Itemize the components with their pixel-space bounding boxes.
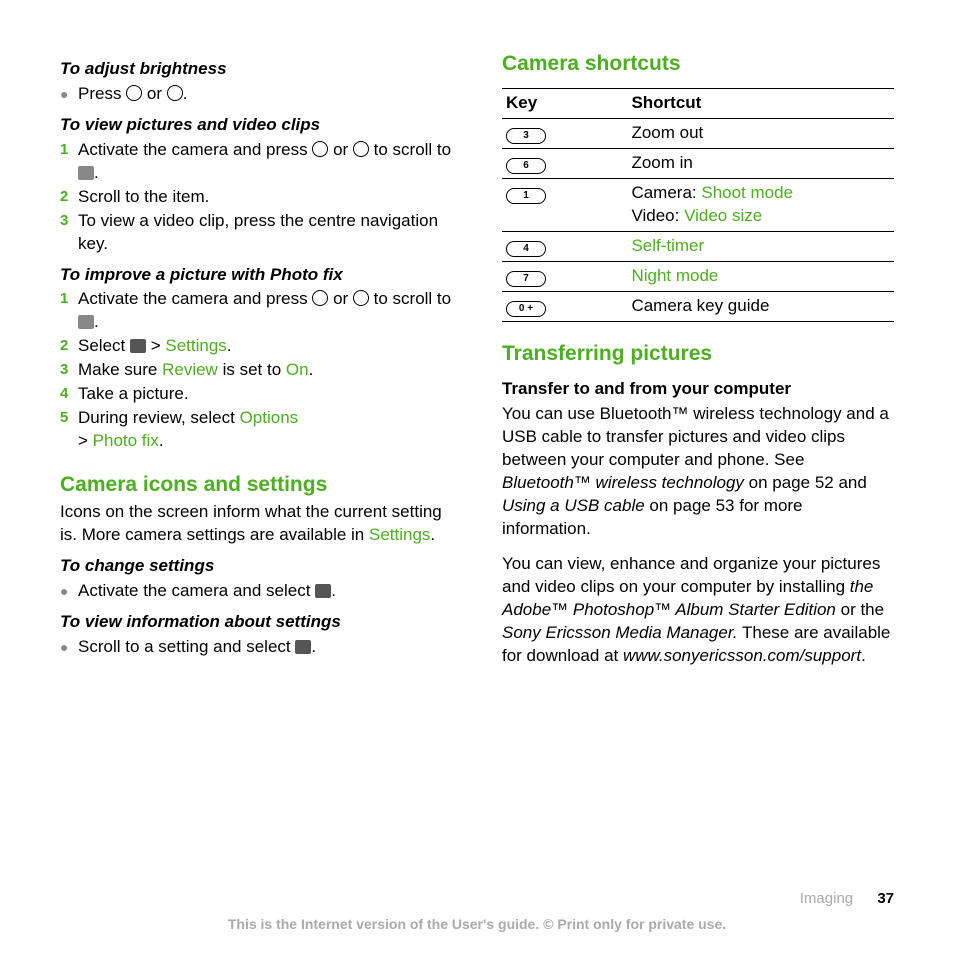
step-text: Press or . (78, 83, 452, 106)
table-row: 4 Self-timer (502, 232, 894, 262)
table-row: 7 Night mode (502, 261, 894, 291)
subheading-change: To change settings (60, 555, 452, 578)
table-row: 3 Zoom out (502, 119, 894, 149)
numbered-step: 5 During review, select Options> Photo f… (60, 407, 452, 453)
subheading-info: To view information about settings (60, 611, 452, 634)
shortcut-cell: Zoom in (627, 149, 894, 179)
table-row: 6 Zoom in (502, 149, 894, 179)
left-column: To adjust brightness ● Press or . To vie… (60, 50, 452, 679)
section-icons-settings: Camera icons and settings (60, 471, 452, 499)
table-row: 0 + Camera key guide (502, 291, 894, 321)
shortcut-cell: Camera: Shoot modeVideo: Video size (627, 179, 894, 232)
step-number: 3 (60, 210, 78, 256)
support-url: www.sonyericsson.com/support (623, 646, 861, 665)
numbered-step: 3 To view a video clip, press the centre… (60, 210, 452, 256)
shortcut-cell: Night mode (627, 261, 894, 291)
subheading-view: To view pictures and video clips (60, 114, 452, 137)
key-pill: 7 (506, 271, 546, 287)
shortcut-cell: Camera key guide (627, 291, 894, 321)
shoot-mode-link[interactable]: Shoot mode (701, 183, 793, 202)
step-text: Take a picture. (78, 383, 452, 406)
numbered-step: 2 Scroll to the item. (60, 186, 452, 209)
options-icon (130, 339, 146, 353)
nav-key-icon (312, 141, 328, 157)
step-text: Select > Settings. (78, 335, 452, 358)
content-columns: To adjust brightness ● Press or . To vie… (60, 50, 894, 679)
usb-ref: Using a USB cable (502, 496, 645, 515)
on-link[interactable]: On (286, 360, 309, 379)
photofix-link[interactable]: Photo fix (93, 431, 159, 450)
step-number: 5 (60, 407, 78, 453)
nav-key-icon (353, 290, 369, 306)
bullet-icon: ● (60, 83, 78, 106)
subheading-brightness: To adjust brightness (60, 58, 452, 81)
step-number: 2 (60, 186, 78, 209)
numbered-step: 3 Make sure Review is set to On. (60, 359, 452, 382)
transfer-paragraph-1: You can use Bluetooth™ wireless technolo… (502, 403, 894, 541)
step-text: To view a video clip, press the centre n… (78, 210, 452, 256)
camera-mode-icon (78, 315, 94, 329)
numbered-step: 2 Select > Settings. (60, 335, 452, 358)
night-mode-link[interactable]: Night mode (631, 266, 718, 285)
gallery-icon (78, 166, 94, 180)
step-text: During review, select Options> Photo fix… (78, 407, 452, 453)
step-number: 1 (60, 288, 78, 334)
bullet-row: ● Scroll to a setting and select . (60, 636, 452, 659)
section-intro: Icons on the screen inform what the curr… (60, 501, 452, 547)
page-number: 37 (877, 890, 894, 907)
review-link[interactable]: Review (162, 360, 218, 379)
page-number-area: Imaging 37 (800, 889, 894, 909)
step-text: Scroll to the item. (78, 186, 452, 209)
options-icon (315, 584, 331, 598)
step-text: Activate the camera and press or to scro… (78, 288, 452, 334)
numbered-step: 4 Take a picture. (60, 383, 452, 406)
key-pill: 3 (506, 128, 546, 144)
shortcut-cell: Self-timer (627, 232, 894, 262)
key-pill: 6 (506, 158, 546, 174)
footer-notice: This is the Internet version of the User… (60, 915, 894, 934)
th-shortcut: Shortcut (627, 89, 894, 119)
section-shortcuts: Camera shortcuts (502, 50, 894, 78)
step-text: Activate the camera and select . (78, 580, 452, 603)
bullet-row: ● Activate the camera and select . (60, 580, 452, 603)
self-timer-link[interactable]: Self-timer (631, 236, 704, 255)
step-text: Scroll to a setting and select . (78, 636, 452, 659)
bullet-row: ● Press or . (60, 83, 452, 106)
step-text: Activate the camera and press or to scro… (78, 139, 452, 185)
key-pill: 0 + (506, 301, 546, 317)
numbered-step: 1 Activate the camera and press or to sc… (60, 139, 452, 185)
key-pill: 4 (506, 241, 546, 257)
nav-key-icon (353, 141, 369, 157)
section-name: Imaging (800, 890, 853, 907)
shortcuts-table: Key Shortcut 3 Zoom out 6 Zoom in 1 Came… (502, 88, 894, 322)
settings-link[interactable]: Settings (369, 525, 430, 544)
bullet-icon: ● (60, 580, 78, 603)
transfer-subheading: Transfer to and from your computer (502, 378, 894, 401)
options-link[interactable]: Options (240, 408, 299, 427)
shortcut-cell: Zoom out (627, 119, 894, 149)
numbered-step: 1 Activate the camera and press or to sc… (60, 288, 452, 334)
subheading-photofix: To improve a picture with Photo fix (60, 264, 452, 287)
step-number: 1 (60, 139, 78, 185)
step-text: Make sure Review is set to On. (78, 359, 452, 382)
right-column: Camera shortcuts Key Shortcut 3 Zoom out… (502, 50, 894, 679)
nav-key-icon (167, 85, 183, 101)
bluetooth-ref: Bluetooth™ wireless technology (502, 473, 744, 492)
info-icon (295, 640, 311, 654)
video-size-link[interactable]: Video size (684, 206, 762, 225)
key-pill: 1 (506, 188, 546, 204)
nav-key-icon (312, 290, 328, 306)
th-key: Key (502, 89, 627, 119)
bullet-icon: ● (60, 636, 78, 659)
nav-key-icon (126, 85, 142, 101)
step-number: 4 (60, 383, 78, 406)
step-number: 3 (60, 359, 78, 382)
transfer-paragraph-2: You can view, enhance and organize your … (502, 553, 894, 668)
table-row: 1 Camera: Shoot modeVideo: Video size (502, 179, 894, 232)
settings-link[interactable]: Settings (165, 336, 226, 355)
step-number: 2 (60, 335, 78, 358)
section-transfer: Transferring pictures (502, 340, 894, 368)
media-manager-ref: Sony Ericsson Media Manager. (502, 623, 738, 642)
